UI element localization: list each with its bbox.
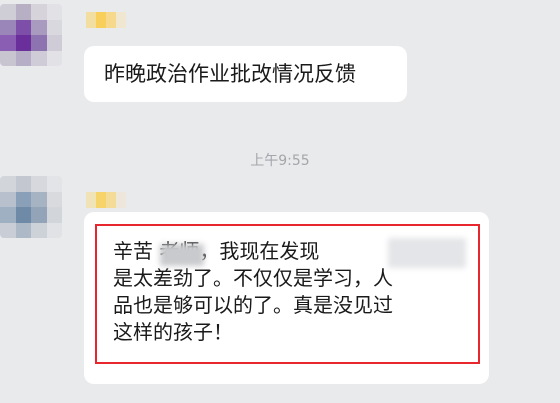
avatar[interactable] xyxy=(0,176,62,238)
highlight-frame xyxy=(95,224,480,364)
sender-name xyxy=(86,12,126,28)
avatar[interactable] xyxy=(0,4,62,66)
sender-name xyxy=(86,192,126,208)
message-bubble[interactable]: 昨晚政治作业批改情况反馈 xyxy=(84,46,407,102)
message-text: 昨晚政治作业批改情况反馈 xyxy=(104,62,356,86)
timestamp: 上午9:55 xyxy=(250,153,310,169)
